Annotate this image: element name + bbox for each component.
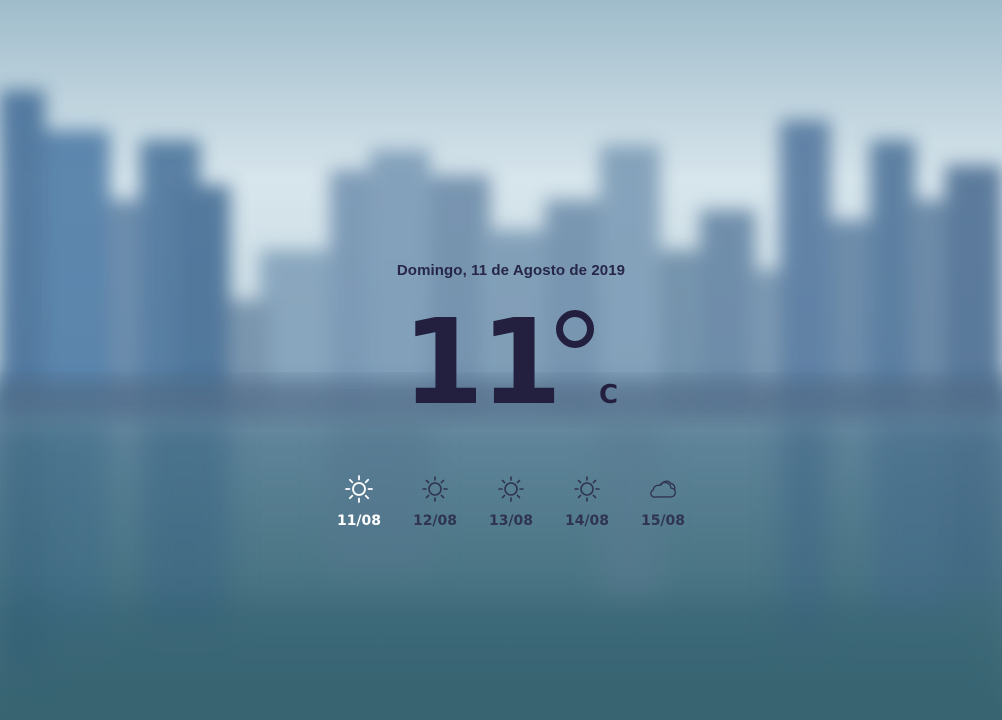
forecast-day-label: 14/08 <box>564 513 610 529</box>
forecast-day-label: 15/08 <box>640 513 686 529</box>
current-date: Domingo, 11 de Agosto de 2019 <box>396 262 626 279</box>
sun-icon <box>422 476 448 502</box>
temperature-unit: C <box>599 380 619 410</box>
degree-symbol <box>556 310 594 348</box>
forecast-day[interactable]: 14/08 <box>549 474 625 529</box>
forecast-day[interactable]: 15/08 <box>625 474 701 529</box>
sun-icon <box>498 476 524 502</box>
forecast-day-label: 12/08 <box>412 513 458 529</box>
forecast-day-label: 13/08 <box>488 513 534 529</box>
sun-icon <box>345 475 373 503</box>
forecast-day-label: 11/08 <box>336 513 382 529</box>
forecast-day[interactable]: 12/08 <box>397 474 473 529</box>
forecast-day[interactable]: 11/08 <box>321 474 397 529</box>
current-temperature: 11 <box>402 293 562 431</box>
forecast-day[interactable]: 13/08 <box>473 474 549 529</box>
sun-icon <box>574 476 600 502</box>
cloud-icon <box>650 480 677 498</box>
forecast-strip: 11/08 12/08 13/08 14/08 15/08 <box>321 474 701 529</box>
